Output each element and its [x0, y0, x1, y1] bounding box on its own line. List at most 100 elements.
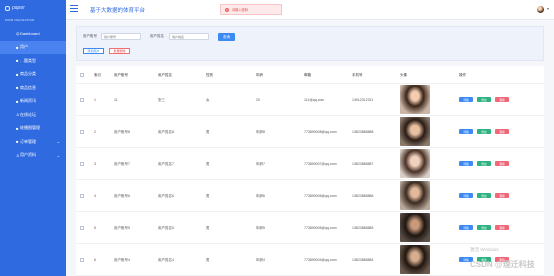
- col-phone: 手机号: [352, 73, 363, 77]
- cell-gender: 男: [206, 130, 210, 134]
- user-avatar[interactable]: [537, 6, 544, 13]
- cell-gender: 女: [206, 98, 210, 102]
- select-all-checkbox[interactable]: [80, 73, 84, 77]
- detail-button[interactable]: 详情: [459, 193, 473, 198]
- cell-account: 用户账号4: [114, 258, 130, 262]
- table-row: 4 用户账号6 用户姓名6 男 年龄6 773890006@qq.com 138238888…: [76, 180, 544, 212]
- edit-button[interactable]: 修改: [477, 97, 491, 102]
- sidebar-item-2[interactable]: ■ …题类型: [0, 54, 66, 68]
- row-checkbox[interactable]: [80, 98, 84, 102]
- table-header: 索引 用户账号 用户姓名 性别 年龄 邮箱 手机号 头像 操作: [76, 66, 544, 84]
- sidebar-item-0[interactable]: ◎ Dashboard: [0, 27, 66, 41]
- menu-toggle-icon[interactable]: [70, 5, 78, 12]
- search-button[interactable]: 查询: [218, 33, 235, 41]
- cell-account: 用户账号5: [114, 226, 130, 230]
- batch-delete-button[interactable]: 批量删除: [109, 48, 130, 54]
- cell-email: 773890005@qq.com: [304, 226, 337, 230]
- cell-phone: 13912312311: [352, 98, 374, 102]
- user-table: 索引 用户账号 用户姓名 性别 年龄 邮箱 手机号 头像 操作 1 11 张三女 20…: [76, 66, 544, 276]
- delete-button[interactable]: 删除: [495, 129, 509, 134]
- add-user-button[interactable]: 添加用户: [83, 48, 104, 54]
- chevron-down-icon: ⌄: [56, 152, 60, 158]
- forum-icon: ♙: [16, 112, 20, 118]
- detail-button[interactable]: 详情: [459, 129, 473, 134]
- sidebar-item-label: 商品信息: [20, 84, 36, 90]
- col-actions: 操作: [459, 73, 466, 77]
- col-gender: 性别: [206, 73, 213, 77]
- name-search-input[interactable]: [169, 33, 209, 40]
- chevron-down-icon[interactable]: ▾: [547, 6, 549, 11]
- carousel-icon: ■: [16, 125, 19, 131]
- avatar-photo: [400, 149, 430, 178]
- logo-text: paper: [12, 5, 25, 11]
- detail-button[interactable]: 详情: [459, 225, 473, 230]
- row-checkbox[interactable]: [80, 130, 84, 134]
- delete-button[interactable]: 删除: [495, 225, 509, 230]
- sidebar-item-8[interactable]: ■ 订单管理 ⌄: [0, 135, 66, 149]
- sidebar-item-label: 轮播图管理: [20, 125, 40, 131]
- cell-index: 1: [94, 98, 96, 102]
- cell-name: 用户姓名5: [158, 226, 174, 230]
- watermark-activate: 激活 Windows: [470, 247, 499, 252]
- edit-button[interactable]: 修改: [477, 225, 491, 230]
- edit-button[interactable]: 修改: [477, 161, 491, 166]
- cell-email: 111@qq.com: [304, 98, 325, 102]
- search-panel: 用户账号 用户姓名 查询 添加用户 批量删除: [76, 26, 544, 61]
- row-checkbox[interactable]: [80, 226, 84, 230]
- site-title: 基于大数据的体育平台: [90, 8, 146, 14]
- chevron-down-icon: ⌄: [56, 139, 60, 145]
- delete-button[interactable]: 删除: [495, 161, 509, 166]
- sidebar-item-4[interactable]: ■ 商品信息: [0, 81, 66, 95]
- edit-button[interactable]: 修改: [477, 193, 491, 198]
- table-row: 3 用户账号7 用户姓名7 男 年龄7 773890007@qq.com 138238888…: [76, 148, 544, 180]
- row-checkbox[interactable]: [80, 162, 84, 166]
- logo-icon: [5, 5, 10, 11]
- col-account: 用户账号: [114, 73, 128, 77]
- cell-gender: 男: [206, 194, 210, 198]
- cell-email: 773890006@qq.com: [304, 194, 337, 198]
- cell-gender: 男: [206, 162, 210, 166]
- watermark-csdn: CSDN @理迁科技: [470, 260, 535, 269]
- cell-index: 5: [94, 226, 96, 230]
- cell-index: 4: [94, 194, 96, 198]
- row-checkbox[interactable]: [80, 194, 84, 198]
- sidebar-item-1[interactable]: ■ 用户: [0, 40, 66, 54]
- cell-name: 用户姓名7: [158, 162, 174, 166]
- avatar-photo: [400, 85, 430, 114]
- cell-email: 773890007@qq.com: [304, 162, 337, 166]
- sidebar-item-3[interactable]: ■ 商品分类: [0, 68, 66, 82]
- app-logo[interactable]: paper: [0, 0, 66, 16]
- account-search-input[interactable]: [101, 33, 141, 40]
- detail-button[interactable]: 详情: [459, 97, 473, 102]
- sidebar-item-5[interactable]: ■ 新闻资讯: [0, 95, 66, 109]
- sidebar-item-7[interactable]: ■ 轮播图管理: [0, 122, 66, 136]
- sidebar-item-label: 新闻资讯: [20, 98, 36, 104]
- sidebar-item-label: …题类型: [20, 57, 36, 63]
- cell-phone: 13823888885: [352, 226, 374, 230]
- table-row: 1 11 张三女 20 111@qq.com 13912312311 详情 修改 删除: [76, 84, 544, 116]
- delete-button[interactable]: 删除: [495, 193, 509, 198]
- cell-age: 年龄7: [256, 162, 265, 166]
- sidebar-item-label: Dashboard: [20, 31, 40, 37]
- row-checkbox[interactable]: [80, 258, 84, 262]
- cell-name: 用户姓名4: [158, 258, 174, 262]
- user-icon: ■: [16, 44, 19, 50]
- delete-button[interactable]: 删除: [495, 97, 509, 102]
- col-name: 用户姓名: [158, 73, 172, 77]
- topbar: 基于大数据的体育平台 × 请输入密码 ▾: [66, 0, 554, 20]
- sidebar-item-9[interactable]: ♙ 用户资料 ⌄: [0, 149, 66, 163]
- error-toast: × 请输入密码: [220, 4, 282, 15]
- cell-phone: 13823888887: [352, 162, 374, 166]
- nav-section-title: MAIN NAVIGATION: [5, 18, 35, 22]
- sidebar-item-label: 在线论坛: [20, 111, 36, 117]
- avatar-photo: [400, 213, 430, 242]
- cell-email: 773890008@qq.com: [304, 130, 337, 134]
- product-icon: ■: [16, 85, 19, 91]
- cell-email: 773890004@qq.com: [304, 258, 337, 262]
- edit-button[interactable]: 修改: [477, 129, 491, 134]
- sidebar-item-6[interactable]: ♙ 在线论坛: [0, 108, 66, 122]
- toast-message: 请输入密码: [232, 8, 248, 12]
- detail-button[interactable]: 详情: [459, 161, 473, 166]
- news-icon: ■: [16, 98, 19, 104]
- cell-gender: 男: [206, 258, 210, 262]
